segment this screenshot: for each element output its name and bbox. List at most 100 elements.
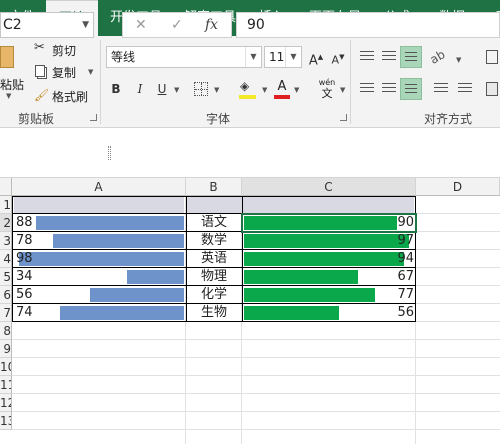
resize-handle-icon[interactable] (108, 146, 111, 160)
enter-icon[interactable]: ✓ (171, 13, 183, 37)
format-painter-label: 格式刷 (52, 90, 89, 104)
cell-c-value[interactable]: 97 (242, 232, 414, 250)
dialog-launcher-icon[interactable] (90, 114, 97, 121)
align-center-button[interactable] (378, 78, 400, 100)
dialog-launcher-icon[interactable] (340, 114, 347, 121)
chevron-down-icon[interactable]: ▼ (456, 56, 461, 64)
row-header[interactable]: 1 (0, 196, 12, 214)
chevron-down-icon[interactable]: ▼ (214, 86, 219, 94)
fill-color-button[interactable]: ◈ (238, 78, 262, 100)
column-header-a[interactable]: A (12, 178, 186, 196)
phonetic-top: wén (318, 78, 336, 87)
chevron-down-icon[interactable]: ▼ (174, 86, 179, 94)
italic-button[interactable]: I (130, 78, 150, 100)
row-header[interactable]: 7 (0, 304, 12, 322)
table-border (12, 321, 416, 322)
font-color-button[interactable]: A (272, 78, 292, 100)
font-size-combo[interactable]: 11 ▼ (264, 46, 302, 68)
cell-c-value[interactable]: 94 (242, 250, 414, 268)
bold-icon: B (111, 82, 121, 96)
row-header[interactable]: 8 (0, 322, 12, 340)
cell-a-value[interactable]: 98 (16, 250, 33, 268)
copy-button[interactable]: 复制 ▼ (34, 62, 98, 82)
row-header[interactable]: 2 (0, 214, 12, 232)
formula-input[interactable]: 90 (236, 12, 500, 38)
header-cell-c[interactable] (242, 196, 414, 214)
chevron-down-icon: ▼ (88, 68, 94, 76)
cell-a-value[interactable]: 88 (16, 214, 33, 232)
cell-b-subject[interactable]: 语文 (186, 214, 242, 232)
cancel-icon[interactable]: ✕ (135, 13, 147, 37)
font-name-combo[interactable]: 等线 ▼ (106, 46, 262, 68)
row-header[interactable]: 12 (0, 394, 12, 412)
copy-label: 复制 (52, 66, 77, 80)
chevron-down-icon[interactable]: ▼ (285, 47, 301, 67)
align-bottom-button[interactable] (400, 46, 422, 68)
cell-b-subject[interactable]: 数学 (186, 232, 242, 250)
row-header[interactable]: 4 (0, 250, 12, 268)
cell-c-value[interactable]: 77 (242, 286, 414, 304)
increase-indent-button[interactable] (454, 78, 476, 100)
row-header[interactable]: 10 (0, 358, 12, 376)
insert-function-icon[interactable]: fx (205, 13, 218, 37)
decrease-font-size-button[interactable]: A▼ (328, 46, 348, 68)
orientation-button[interactable]: ab (427, 47, 452, 68)
worksheet-grid[interactable]: ABCD1234567891011121388语文9078数学9798英语943… (0, 178, 500, 444)
chevron-down-icon[interactable]: ▼ (340, 86, 345, 94)
row-header[interactable]: 11 (0, 376, 12, 394)
font-size-value: 11 (269, 50, 285, 64)
cut-button[interactable]: ✂ 剪切 (34, 40, 84, 60)
row-header[interactable]: 6 (0, 286, 12, 304)
active-cell-outline (241, 213, 417, 233)
chevron-down-icon[interactable]: ▼ (262, 86, 267, 94)
wrap-text-button[interactable] (484, 46, 500, 68)
row-header[interactable]: 9 (0, 340, 12, 358)
select-all-corner[interactable] (0, 178, 12, 196)
copy-icon (35, 65, 45, 77)
column-header-c[interactable]: C (242, 178, 416, 196)
cell-a-value[interactable]: 74 (16, 304, 33, 322)
cell-b-subject[interactable]: 物理 (186, 268, 242, 286)
row-gridline (12, 411, 500, 412)
data-bar-a (59, 306, 184, 320)
bold-button[interactable]: B (106, 78, 126, 100)
header-cell-a[interactable] (14, 196, 184, 214)
row-header[interactable]: 3 (0, 232, 12, 250)
merge-center-button[interactable] (484, 78, 500, 100)
borders-button[interactable] (194, 82, 208, 96)
chevron-down-icon[interactable]: ▼ (294, 86, 299, 94)
align-left-button[interactable] (356, 78, 378, 100)
wrap-text-icon (486, 50, 498, 64)
data-bar-a (89, 288, 184, 302)
header-cell-b[interactable] (186, 196, 242, 214)
align-bottom-icon (405, 52, 417, 62)
cell-b-subject[interactable]: 化学 (186, 286, 242, 304)
decrease-indent-button[interactable] (430, 78, 452, 100)
align-right-button[interactable] (400, 78, 422, 100)
cell-a-value[interactable]: 34 (16, 268, 33, 286)
cell-c-value[interactable]: 56 (242, 304, 414, 322)
chevron-down-icon[interactable]: ▼ (245, 47, 261, 67)
row-header[interactable]: 13 (0, 412, 12, 430)
data-bar-a (52, 234, 184, 248)
row-header[interactable]: 5 (0, 268, 12, 286)
clipboard-icon (0, 46, 14, 68)
cell-a-value[interactable]: 56 (16, 286, 33, 304)
align-middle-button[interactable] (378, 46, 400, 68)
phonetic-guide-button[interactable]: wén 文 (316, 78, 338, 102)
chevron-down-icon[interactable]: ▼ (82, 13, 89, 37)
name-box[interactable]: C2 ▼ (0, 12, 94, 38)
column-header-b[interactable]: B (186, 178, 242, 196)
cell-b-subject[interactable]: 英语 (186, 250, 242, 268)
font-color-swatch (274, 95, 290, 99)
text-orientation-icon: ab (427, 47, 448, 67)
cell-c-value[interactable]: 67 (242, 268, 414, 286)
align-top-button[interactable] (356, 46, 378, 68)
paste-button[interactable]: 粘贴 ▼ (0, 42, 26, 102)
cell-b-subject[interactable]: 生物 (186, 304, 242, 322)
increase-font-size-button[interactable]: A▲ (306, 46, 326, 68)
format-painter-button[interactable]: 🖌 格式刷 (34, 86, 94, 106)
column-header-d[interactable]: D (416, 178, 500, 196)
underline-button[interactable]: U (152, 78, 172, 100)
cell-a-value[interactable]: 78 (16, 232, 33, 250)
